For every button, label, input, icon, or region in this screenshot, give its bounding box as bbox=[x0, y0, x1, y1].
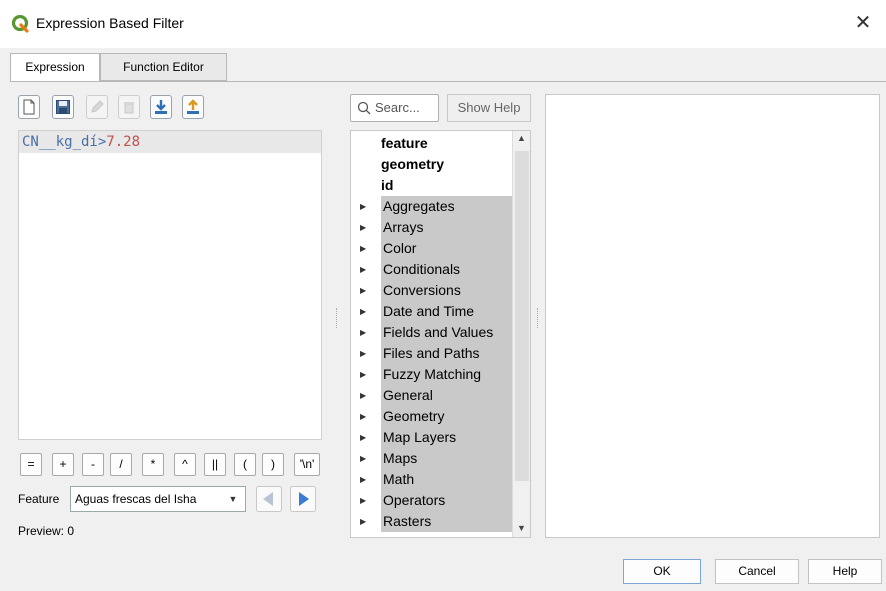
qgis-logo-icon bbox=[12, 15, 29, 33]
tree-group-date-and-time[interactable]: Date and Time bbox=[381, 301, 512, 322]
scroll-up-icon[interactable]: ▲ bbox=[517, 133, 527, 143]
operator-divide-button[interactable]: / bbox=[110, 453, 132, 476]
expand-arrow-icon[interactable]: ▶ bbox=[360, 364, 368, 385]
title-bar: Expression Based Filter ✕ bbox=[0, 0, 886, 48]
import-button[interactable] bbox=[150, 95, 172, 119]
tree-item-id[interactable]: id bbox=[381, 175, 393, 196]
tree-group-fuzzy-matching[interactable]: Fuzzy Matching bbox=[381, 364, 512, 385]
help-button[interactable]: Help bbox=[808, 559, 882, 584]
operator-open-paren-button[interactable]: ( bbox=[234, 453, 256, 476]
new-file-button[interactable] bbox=[18, 95, 40, 119]
expand-arrow-icon[interactable]: ▶ bbox=[360, 259, 368, 280]
expand-arrow-icon[interactable]: ▶ bbox=[360, 385, 368, 406]
tree-group-maps[interactable]: Maps bbox=[381, 448, 512, 469]
expand-arrow-icon[interactable]: ▶ bbox=[360, 217, 368, 238]
show-help-button[interactable]: Show Help bbox=[447, 94, 531, 122]
chevron-down-icon[interactable]: ▼ bbox=[223, 490, 243, 508]
operator-concat-button[interactable]: || bbox=[204, 453, 226, 476]
operator-minus-button[interactable]: - bbox=[82, 453, 104, 476]
scrollbar-thumb[interactable] bbox=[515, 151, 529, 481]
cancel-button[interactable]: Cancel bbox=[715, 559, 799, 584]
tree-scrollbar[interactable]: ▲ ▼ bbox=[512, 131, 530, 537]
tree-group-rasters[interactable]: Rasters bbox=[381, 511, 512, 532]
search-placeholder: Searc... bbox=[375, 100, 420, 115]
tree-group-map-layers[interactable]: Map Layers bbox=[381, 427, 512, 448]
window-title: Expression Based Filter bbox=[36, 15, 184, 31]
tree-group-geometry[interactable]: Geometry bbox=[381, 406, 512, 427]
expand-arrow-icon[interactable]: ▶ bbox=[360, 238, 368, 259]
tree-group-arrays[interactable]: Arrays bbox=[381, 217, 512, 238]
operator-equals-button[interactable]: = bbox=[20, 453, 42, 476]
expand-arrow-icon[interactable]: ▶ bbox=[360, 280, 368, 301]
feature-combo[interactable]: Aguas frescas del Isha ▼ bbox=[70, 486, 246, 512]
upload-icon bbox=[187, 99, 199, 114]
tab-expression[interactable]: Expression bbox=[10, 53, 100, 82]
expression-number: 7.28 bbox=[106, 134, 141, 150]
feature-combo-value: Aguas frescas del Isha bbox=[75, 492, 197, 506]
next-feature-button[interactable] bbox=[290, 486, 316, 512]
expand-arrow-icon[interactable]: ▶ bbox=[360, 301, 368, 322]
function-tree[interactable]: feature geometry id ▶ Aggregates ▶ Array… bbox=[350, 130, 531, 538]
tab-function-editor[interactable]: Function Editor bbox=[100, 53, 227, 81]
expand-arrow-icon[interactable]: ▶ bbox=[360, 343, 368, 364]
edit-button[interactable] bbox=[86, 95, 108, 119]
export-button[interactable] bbox=[182, 95, 204, 119]
expand-arrow-icon[interactable]: ▶ bbox=[360, 448, 368, 469]
tree-group-conversions[interactable]: Conversions bbox=[381, 280, 512, 301]
tree-group-aggregates[interactable]: Aggregates bbox=[381, 196, 512, 217]
delete-button[interactable] bbox=[118, 95, 140, 119]
tree-group-general[interactable]: General bbox=[381, 385, 512, 406]
trash-icon bbox=[124, 102, 134, 114]
expand-arrow-icon[interactable]: ▶ bbox=[360, 427, 368, 448]
search-icon bbox=[357, 101, 371, 115]
operator-close-paren-button[interactable]: ) bbox=[262, 453, 284, 476]
tab-divider bbox=[10, 81, 886, 82]
save-icon bbox=[56, 100, 70, 114]
triangle-right-icon bbox=[290, 486, 316, 512]
previous-feature-button[interactable] bbox=[256, 486, 282, 512]
expression-field: CN__kg_dí bbox=[22, 134, 98, 150]
operator-power-button[interactable]: ^ bbox=[174, 453, 196, 476]
expression-line[interactable]: CN__kg_dí>7.28 bbox=[19, 131, 321, 153]
ok-button[interactable]: OK bbox=[623, 559, 701, 584]
operator-newline-button[interactable]: '\n' bbox=[294, 453, 320, 476]
pencil-icon bbox=[91, 100, 104, 113]
expand-arrow-icon[interactable]: ▶ bbox=[360, 196, 368, 217]
splitter-handle[interactable] bbox=[537, 308, 539, 328]
close-icon[interactable]: ✕ bbox=[852, 12, 874, 34]
expand-arrow-icon[interactable]: ▶ bbox=[360, 469, 368, 490]
download-icon bbox=[155, 100, 167, 114]
new-file-icon bbox=[23, 99, 35, 115]
tree-group-files-and-paths[interactable]: Files and Paths bbox=[381, 343, 512, 364]
expand-arrow-icon[interactable]: ▶ bbox=[360, 511, 368, 532]
tree-group-fields-and-values[interactable]: Fields and Values bbox=[381, 322, 512, 343]
tree-group-conditionals[interactable]: Conditionals bbox=[381, 259, 512, 280]
tree-group-color[interactable]: Color bbox=[381, 238, 512, 259]
expand-arrow-icon[interactable]: ▶ bbox=[360, 490, 368, 511]
splitter-handle[interactable] bbox=[336, 308, 338, 328]
expand-arrow-icon[interactable]: ▶ bbox=[360, 406, 368, 427]
feature-label: Feature bbox=[18, 492, 60, 506]
expression-editor[interactable]: CN__kg_dí>7.28 bbox=[18, 130, 322, 440]
search-input[interactable]: Searc... bbox=[350, 94, 439, 122]
operator-multiply-button[interactable]: * bbox=[142, 453, 164, 476]
expand-arrow-icon[interactable]: ▶ bbox=[360, 322, 368, 343]
help-panel bbox=[545, 94, 880, 538]
tree-group-math[interactable]: Math bbox=[381, 469, 512, 490]
preview-text: Preview: 0 bbox=[18, 524, 75, 538]
operator-plus-button[interactable]: + bbox=[52, 453, 74, 476]
tree-item-geometry[interactable]: geometry bbox=[381, 154, 444, 175]
tree-item-feature[interactable]: feature bbox=[381, 133, 428, 154]
save-button[interactable] bbox=[52, 95, 74, 119]
tree-group-operators[interactable]: Operators bbox=[381, 490, 512, 511]
triangle-left-icon bbox=[256, 486, 282, 512]
scroll-down-icon[interactable]: ▼ bbox=[517, 523, 527, 533]
